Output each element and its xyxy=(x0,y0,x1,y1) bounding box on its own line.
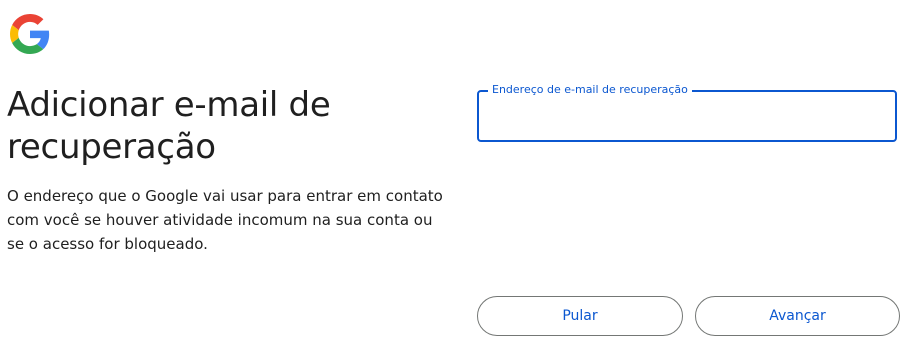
recovery-email-field[interactable]: Endereço de e-mail de recuperação xyxy=(477,83,897,142)
recovery-email-input[interactable] xyxy=(491,106,881,128)
recovery-email-page: Adicionar e-mail de recuperação O endere… xyxy=(0,0,912,356)
skip-button[interactable]: Pular xyxy=(477,296,683,336)
page-description: O endereço que o Google vai usar para en… xyxy=(7,187,443,253)
page-title: Adicionar e-mail de recuperação xyxy=(7,85,331,167)
next-button[interactable]: Avançar xyxy=(695,296,900,336)
google-logo-icon xyxy=(10,14,50,54)
recovery-email-label: Endereço de e-mail de recuperação xyxy=(488,83,692,97)
